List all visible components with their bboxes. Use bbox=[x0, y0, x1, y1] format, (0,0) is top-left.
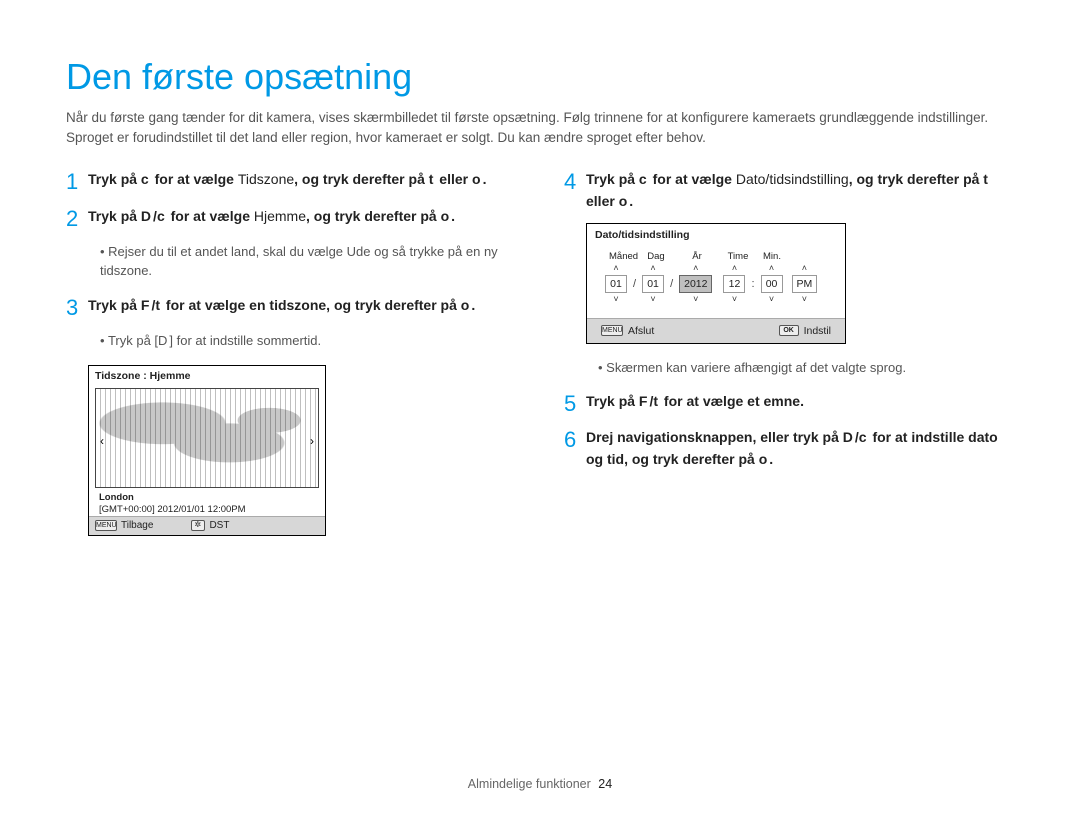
tz-back-button: MENU Tilbage bbox=[95, 520, 153, 531]
chevron-up-icon: ˄ bbox=[732, 264, 737, 273]
arrow-left-icon: ‹ bbox=[100, 434, 104, 448]
right-column: 4 Tryk på c for at vælge Dato/tidsindsti… bbox=[564, 169, 1014, 536]
page-footer: Almindelige funktioner 24 bbox=[0, 777, 1080, 791]
tz-dst-button: DST bbox=[191, 520, 229, 531]
chevron-up-icon: ˄ bbox=[769, 264, 774, 273]
step-2: 2 Tryk på D/c for at vælge Hjemme, og tr… bbox=[66, 206, 516, 232]
step-number: 3 bbox=[66, 295, 88, 321]
tz-info: London [GMT+00:00] 2012/01/01 12:00PM bbox=[89, 490, 325, 517]
ok-icon: OK bbox=[779, 325, 799, 336]
chevron-up-icon: ˄ bbox=[650, 264, 655, 273]
chevron-down-icon: ˅ bbox=[769, 295, 774, 304]
page-title: Den første opsætning bbox=[66, 56, 1014, 98]
dt-labels: Måned Dag År Time Min. bbox=[587, 243, 845, 264]
dt-values: ˄01˅ / ˄01˅ / ˄2012˅ ˄12˅ : ˄00˅ ˄PM˅ bbox=[587, 264, 845, 304]
step-number: 4 bbox=[564, 169, 586, 212]
step-4-note: Skærmen kan variere afhængigt af det val… bbox=[598, 358, 1014, 378]
chevron-down-icon: ˅ bbox=[613, 295, 618, 304]
datetime-screen: Dato/tidsindstilling Måned Dag År Time M… bbox=[586, 223, 846, 344]
step-number: 2 bbox=[66, 206, 88, 232]
chevron-up-icon: ˄ bbox=[613, 264, 618, 273]
step-number: 6 bbox=[564, 427, 586, 470]
menu-icon: MENU bbox=[95, 520, 117, 531]
step-5: 5 Tryk på F/t for at vælge et emne. bbox=[564, 391, 1014, 417]
chevron-up-icon: ˄ bbox=[693, 264, 698, 273]
intro-text: Når du første gang tænder for dit kamera… bbox=[66, 108, 1014, 147]
step-3-note: Tryk på [D] for at indstille sommertid. bbox=[100, 331, 516, 351]
chevron-down-icon: ˅ bbox=[732, 295, 737, 304]
step-number: 5 bbox=[564, 391, 586, 417]
step-1: 1 Tryk på c for at vælge Tidszone, og tr… bbox=[66, 169, 516, 195]
step-6: 6 Drej navigationsknappen, eller tryk på… bbox=[564, 427, 1014, 470]
left-column: 1 Tryk på c for at vælge Tidszone, og tr… bbox=[66, 169, 516, 536]
tz-header: Tidszone : Hjemme bbox=[89, 366, 325, 386]
arrow-right-icon: › bbox=[310, 434, 314, 448]
dt-set-button: OK Indstil bbox=[779, 325, 831, 337]
chevron-down-icon: ˅ bbox=[650, 295, 655, 304]
chevron-down-icon: ˅ bbox=[693, 295, 698, 304]
step-3: 3 Tryk på F/t for at vælge en tidszone, … bbox=[66, 295, 516, 321]
step-4: 4 Tryk på c for at vælge Dato/tidsindsti… bbox=[564, 169, 1014, 212]
chevron-down-icon: ˅ bbox=[802, 295, 807, 304]
chevron-up-icon: ˄ bbox=[802, 264, 807, 273]
step-number: 1 bbox=[66, 169, 88, 195]
dst-icon bbox=[191, 520, 205, 531]
step-2-note: Rejser du til et andet land, skal du væl… bbox=[100, 242, 516, 281]
dt-header: Dato/tidsindstilling bbox=[587, 224, 845, 243]
timezone-screen: Tidszone : Hjemme ‹ › London [GMT+00:00]… bbox=[88, 365, 326, 537]
dt-exit-button: MENU Afslut bbox=[601, 325, 654, 337]
tz-map: ‹ › bbox=[95, 388, 319, 488]
menu-icon: MENU bbox=[601, 325, 623, 336]
